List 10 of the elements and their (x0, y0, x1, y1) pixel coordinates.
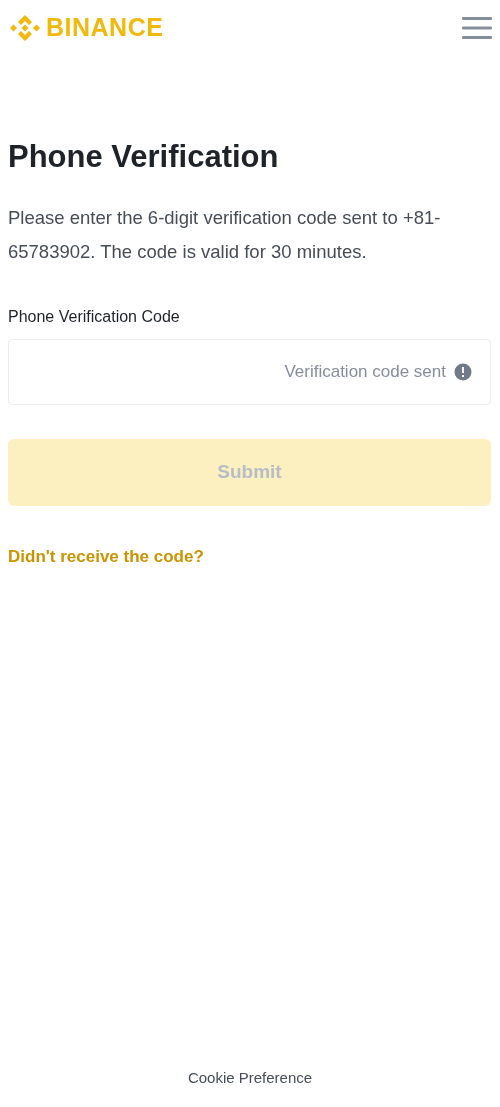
field-label: Phone Verification Code (8, 306, 181, 327)
info-icon[interactable] (454, 362, 472, 381)
resend-code-link[interactable]: Didn't receive the code? (8, 543, 204, 569)
cookie-preference-link[interactable]: Cookie Preference (187, 1066, 313, 1089)
code-input-field[interactable]: Verification code sent (8, 338, 491, 405)
instruction-text: Please enter the 6-digit verification code sent to +81-65783902. The code is valid for 30 minutes. (8, 205, 442, 264)
status-text: Verification code sent (284, 360, 446, 383)
page-title: Phone Verification (8, 138, 280, 176)
logo-text[interactable]: BINANCE (46, 9, 164, 47)
menu-icon[interactable] (462, 16, 492, 40)
